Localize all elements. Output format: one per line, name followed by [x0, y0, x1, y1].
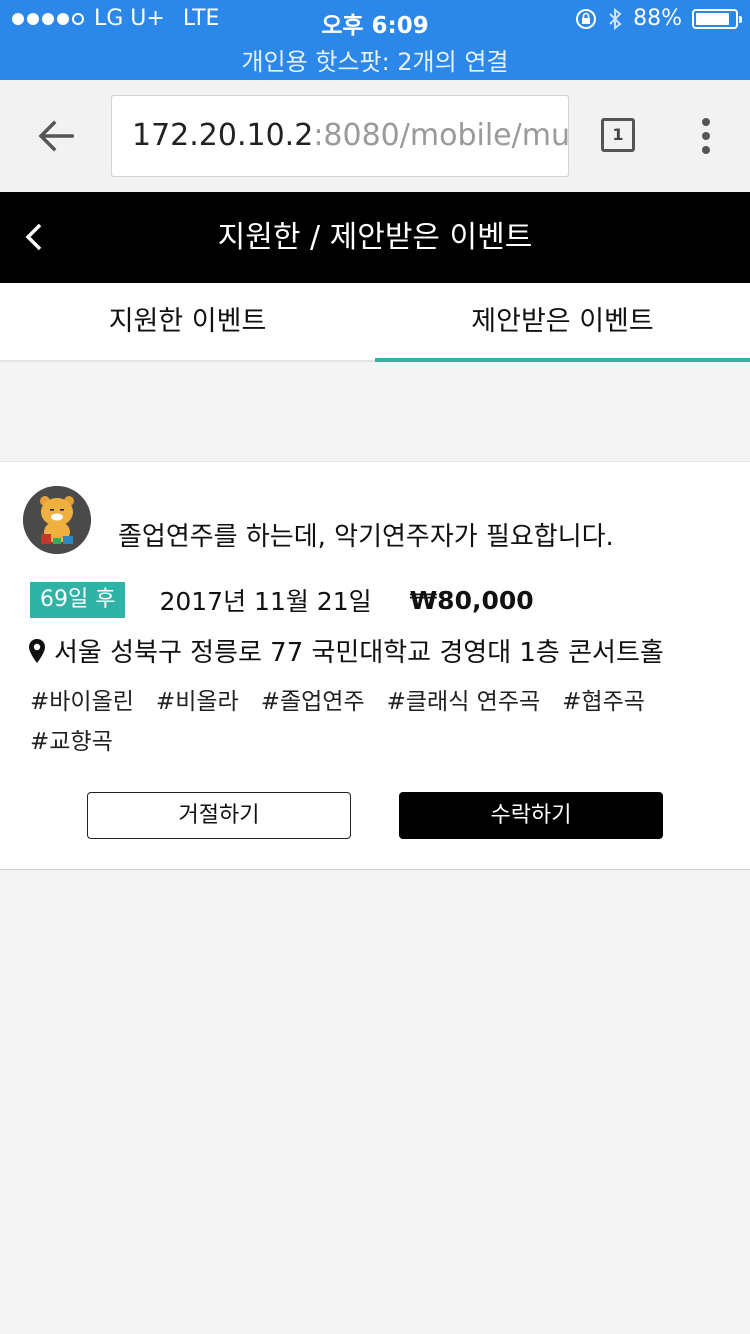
dday-badge: 69일 후: [30, 582, 126, 618]
tag[interactable]: #협주곡: [562, 682, 645, 722]
battery-percent: 88%: [633, 6, 682, 31]
event-price: ₩80,000: [409, 585, 534, 615]
browser-menu-icon[interactable]: [700, 118, 712, 154]
event-tags: #바이올린 #비올라 #졸업연주 #클래식 연주곡 #협주곡 #교향곡: [30, 682, 730, 762]
event-meta: 69일 후 2017년 11월 21일 ₩80,000: [30, 582, 534, 618]
address-bar[interactable]: 172.20.10.2:8080/mobile/mus: [111, 95, 569, 177]
url-host: 172.20.10.2: [132, 118, 314, 153]
location-pin-icon: [29, 638, 45, 663]
tab-applied-events[interactable]: 지원한 이벤트: [0, 283, 375, 362]
bluetooth-icon: [609, 7, 622, 30]
browser-toolbar: 172.20.10.2:8080/mobile/mus 1: [0, 80, 750, 192]
tag[interactable]: #졸업연주: [261, 682, 365, 722]
tag[interactable]: #클래식 연주곡: [387, 682, 541, 722]
tab-switcher-button[interactable]: 1: [601, 118, 635, 152]
page-title: 지원한 / 제안받은 이벤트: [217, 220, 533, 255]
browser-back-icon[interactable]: [36, 116, 76, 156]
lion-character-icon: [23, 486, 91, 554]
reject-button[interactable]: 거절하기: [87, 792, 351, 839]
tag[interactable]: #비올라: [156, 682, 239, 722]
event-location: 서울 성북구 정릉로 77 국민대학교 경영대 1층 콘서트홀: [28, 632, 664, 669]
page-header: 지원한 / 제안받은 이벤트: [0, 192, 750, 283]
status-bar: LG U+ LTE 오후 6:09 88% 개인용 핫스팟: 2개의 연결: [0, 0, 750, 80]
tag[interactable]: #교향곡: [30, 722, 113, 762]
event-title: 졸업연주를 하는데, 악기연주자가 필요합니다.: [118, 522, 614, 552]
battery-icon: [692, 8, 742, 29]
event-card[interactable]: 졸업연주를 하는데, 악기연주자가 필요합니다. 69일 후 2017년 11월…: [0, 461, 750, 870]
location-text: 서울 성북구 정릉로 77 국민대학교 경영대 1층 콘서트홀: [54, 638, 664, 668]
rotation-lock-icon: [576, 8, 597, 29]
tag[interactable]: #바이올린: [30, 682, 134, 722]
event-tabs: 지원한 이벤트 제안받은 이벤트: [0, 283, 750, 362]
url-path: :8080/mobile/mus: [313, 118, 569, 153]
tab-offered-events[interactable]: 제안받은 이벤트: [375, 283, 750, 362]
hotspot-banner[interactable]: 개인용 핫스팟: 2개의 연결: [0, 42, 750, 77]
avatar: [23, 486, 91, 554]
accept-button[interactable]: 수락하기: [399, 792, 663, 839]
event-date: 2017년 11월 21일: [159, 587, 372, 616]
